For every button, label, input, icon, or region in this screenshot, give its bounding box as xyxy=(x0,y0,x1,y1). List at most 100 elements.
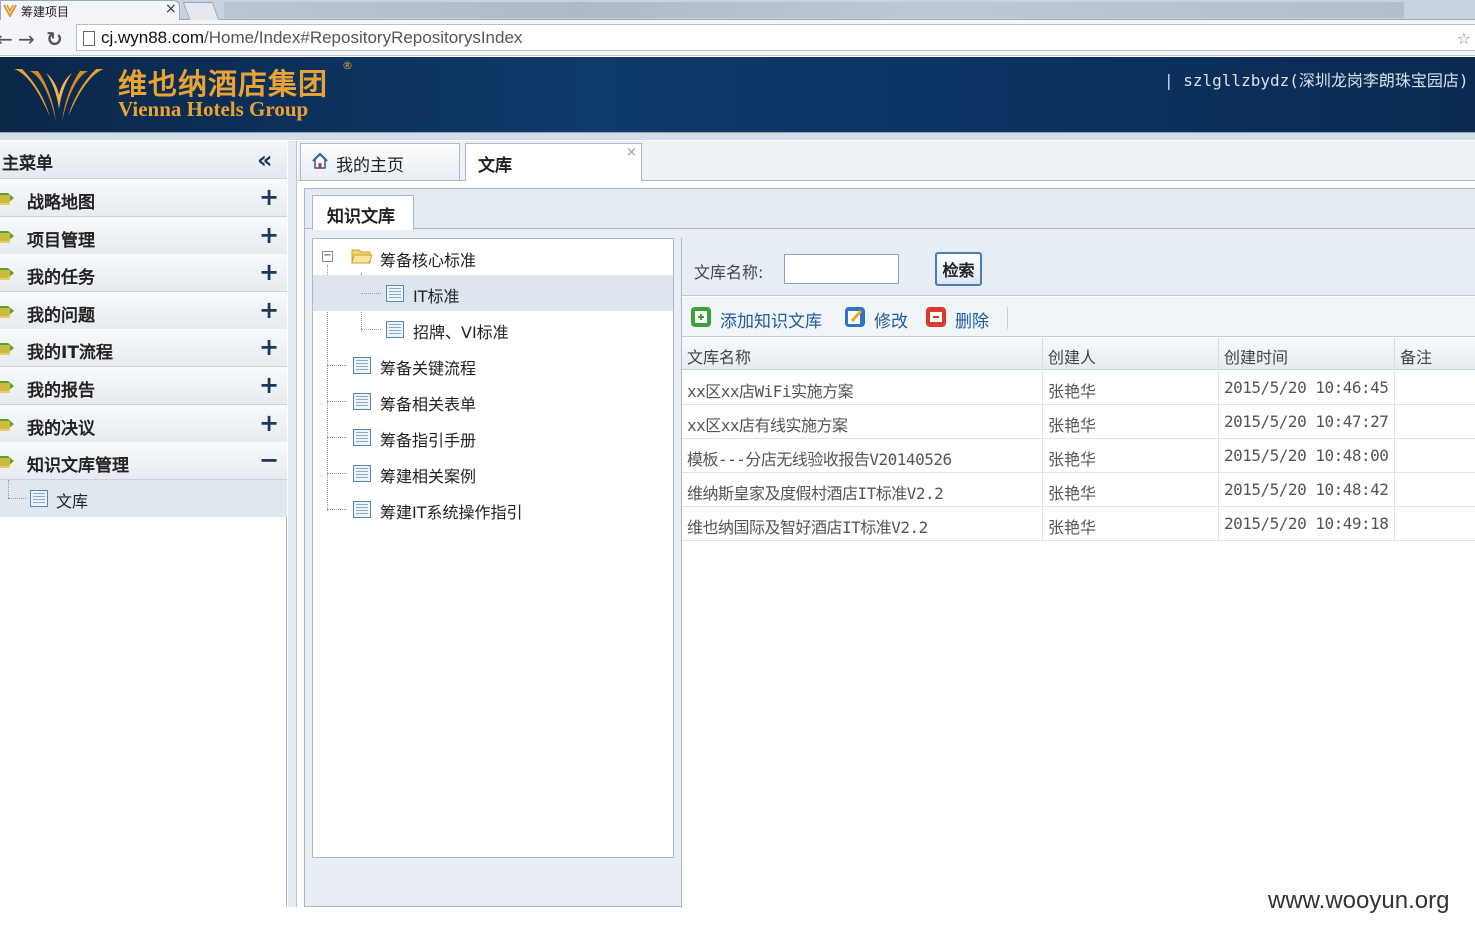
tree-node-label: IT标准 xyxy=(413,287,460,306)
menu-item-my-it-process[interactable]: 我的IT流程 + xyxy=(0,329,287,367)
menu-item-my-issues[interactable]: 我的问题 + xyxy=(0,292,287,330)
add-library-button[interactable]: 添加知识文库 xyxy=(690,305,830,332)
bookmark-star-icon[interactable]: ☆ xyxy=(1457,29,1471,48)
table-row[interactable]: 维也纳国际及智好酒店IT标准V2.2 张艳华 2015/5/20 10:49:1… xyxy=(682,507,1475,541)
table-row[interactable]: 维纳斯皇家及度假村酒店IT标准V2.2 张艳华 2015/5/20 10:48:… xyxy=(682,473,1475,507)
tab-knowledge-library[interactable]: 知识文库 xyxy=(312,195,414,230)
tree-node-it-system-guide[interactable]: 筹建IT系统操作指引 xyxy=(313,491,673,527)
tab-library[interactable]: 文库 × xyxy=(465,143,642,181)
page-icon xyxy=(83,31,95,46)
expand-icon[interactable]: + xyxy=(259,221,279,249)
tab-home[interactable]: 我的主页 xyxy=(300,143,460,180)
registered-mark: ® xyxy=(342,59,353,72)
column-header-creator[interactable]: 创建人 xyxy=(1043,338,1219,370)
other-tabs xyxy=(224,2,1404,18)
expand-icon[interactable]: + xyxy=(259,183,279,211)
tree-node-label: 筹建IT系统操作指引 xyxy=(380,503,523,522)
column-header-remark[interactable]: 备注 xyxy=(1395,338,1475,370)
menu-item-my-resolutions[interactable]: 我的决议 + xyxy=(0,405,287,443)
submenu-item-label: 文库 xyxy=(56,492,89,511)
menu-item-strategy-map[interactable]: 战略地图 + xyxy=(0,179,287,217)
search-label: 文库名称: xyxy=(694,263,764,282)
tree-node-key-process[interactable]: 筹备关键流程 xyxy=(313,347,673,383)
cell-text: 2015/5/20 10:48:00 xyxy=(1224,446,1389,465)
forward-arrow-icon[interactable]: → xyxy=(18,27,35,51)
expand-icon[interactable]: + xyxy=(259,371,279,399)
cell-creator: 张艳华 xyxy=(1043,473,1219,507)
tab-label: 知识文库 xyxy=(327,207,395,227)
add-icon xyxy=(691,307,711,327)
tree-line xyxy=(327,401,347,402)
cell-remark xyxy=(1395,507,1475,541)
library-name-input[interactable] xyxy=(784,254,899,284)
toolbar-separator xyxy=(1007,307,1008,329)
tree-node-label: 筹备关键流程 xyxy=(380,359,477,378)
sidebar-splitter[interactable] xyxy=(288,141,297,907)
new-tab-button[interactable] xyxy=(182,2,220,20)
cell-name: xx区xx店WiFi实施方案 xyxy=(682,371,1043,405)
tree-node-signage-vi[interactable]: 招牌、VI标准 xyxy=(313,311,673,347)
tree-node-forms[interactable]: 筹备相关表单 xyxy=(313,383,673,419)
cell-creator: 张艳华 xyxy=(1043,507,1219,541)
watermark: www.wooyun.org xyxy=(1268,887,1450,914)
collapse-menu-icon[interactable]: « xyxy=(257,146,272,174)
cell-name: 模板---分店无线验收报告V20140526 xyxy=(682,439,1043,473)
menu-item-label: 我的IT流程 xyxy=(27,343,113,363)
edit-button[interactable]: 修改 xyxy=(844,305,914,332)
tree-node-cases[interactable]: 筹建相关案例 xyxy=(313,455,673,491)
column-header-created-time[interactable]: 创建时间 xyxy=(1219,338,1395,370)
search-button[interactable]: 检索 xyxy=(935,252,982,286)
menu-item-knowledge-library[interactable]: 知识文库管理 − xyxy=(0,442,287,480)
table-header: 文库名称 创建人 创建时间 备注 xyxy=(682,338,1475,370)
tree-node-it-standards[interactable]: IT标准 xyxy=(313,275,673,311)
browser-tab[interactable]: 筹建项目 × xyxy=(0,0,180,20)
back-arrow-icon[interactable]: ← xyxy=(0,27,13,51)
folder-arrow-icon xyxy=(0,268,14,280)
cell-text: 张艳华 xyxy=(1048,382,1097,401)
sub-tab-strip: 知识文库 xyxy=(305,189,1475,230)
cell-creator: 张艳华 xyxy=(1043,371,1219,405)
folder-arrow-icon xyxy=(0,456,14,468)
reload-icon[interactable]: ↻ xyxy=(46,27,63,51)
user-info: | szlgllzbydz(深圳龙岗李朗珠宝园店) xyxy=(1164,71,1469,90)
cell-text: 2015/5/20 10:49:18 xyxy=(1224,514,1389,533)
vienna-logo-icon xyxy=(3,4,17,17)
menu-item-my-reports[interactable]: 我的报告 + xyxy=(0,367,287,405)
tree-node-core-standards[interactable]: − 筹备核心标准 xyxy=(313,239,673,275)
table-row[interactable]: xx区xx店WiFi实施方案 张艳华 2015/5/20 10:46:45 xyxy=(682,371,1475,405)
tree-node-guide-manual[interactable]: 筹备指引手册 xyxy=(313,419,673,455)
delete-button[interactable]: 删除 xyxy=(925,305,995,332)
menu-item-my-tasks[interactable]: 我的任务 + xyxy=(0,254,287,292)
home-icon xyxy=(312,152,328,169)
table-row[interactable]: xx区xx店有线实施方案 张艳华 2015/5/20 10:47:27 xyxy=(682,405,1475,439)
folder-arrow-icon xyxy=(0,306,14,318)
cell-created-time: 2015/5/20 10:48:00 xyxy=(1219,439,1395,473)
column-header-name[interactable]: 文库名称 xyxy=(682,338,1043,370)
cell-text: 张艳华 xyxy=(1048,518,1097,537)
expand-icon[interactable]: + xyxy=(259,409,279,437)
column-label: 创建人 xyxy=(1048,348,1097,367)
expand-icon[interactable]: + xyxy=(259,258,279,286)
folder-arrow-icon xyxy=(0,381,14,393)
tree-node-label: 筹备指引手册 xyxy=(380,431,477,450)
tree-line xyxy=(361,329,381,330)
close-tab-icon[interactable]: × xyxy=(165,1,177,17)
expand-icon[interactable]: + xyxy=(259,333,279,361)
cell-text: 张艳华 xyxy=(1048,484,1097,503)
url-path: /Home/Index#RepositoryRepositorysIndex xyxy=(203,28,523,47)
category-tree: − 筹备核心标准 IT标准 招牌、VI标准 筹备关键流程 筹备相关表单 筹备指引… xyxy=(312,238,674,858)
main-area: 我的主页 文库 × 知识文库 − 筹备核心标准 IT标准 招牌、VI标准 筹备关… xyxy=(298,141,1475,908)
delete-label: 删除 xyxy=(955,312,989,332)
collapse-node-icon[interactable]: − xyxy=(322,251,333,262)
table-row[interactable]: 模板---分店无线验收报告V20140526 张艳华 2015/5/20 10:… xyxy=(682,439,1475,473)
tree-line xyxy=(8,498,26,499)
address-bar[interactable]: cj.wyn88.com/Home/Index#RepositoryReposi… xyxy=(76,24,1475,51)
table-icon xyxy=(30,490,48,507)
collapse-icon[interactable]: − xyxy=(259,446,279,474)
submenu-item-library[interactable]: 文库 xyxy=(0,480,287,517)
column-label: 创建时间 xyxy=(1224,348,1289,367)
close-tab-icon[interactable]: × xyxy=(626,145,637,160)
menu-item-project-management[interactable]: 项目管理 + xyxy=(0,217,287,255)
cell-name: xx区xx店有线实施方案 xyxy=(682,405,1043,439)
expand-icon[interactable]: + xyxy=(259,296,279,324)
